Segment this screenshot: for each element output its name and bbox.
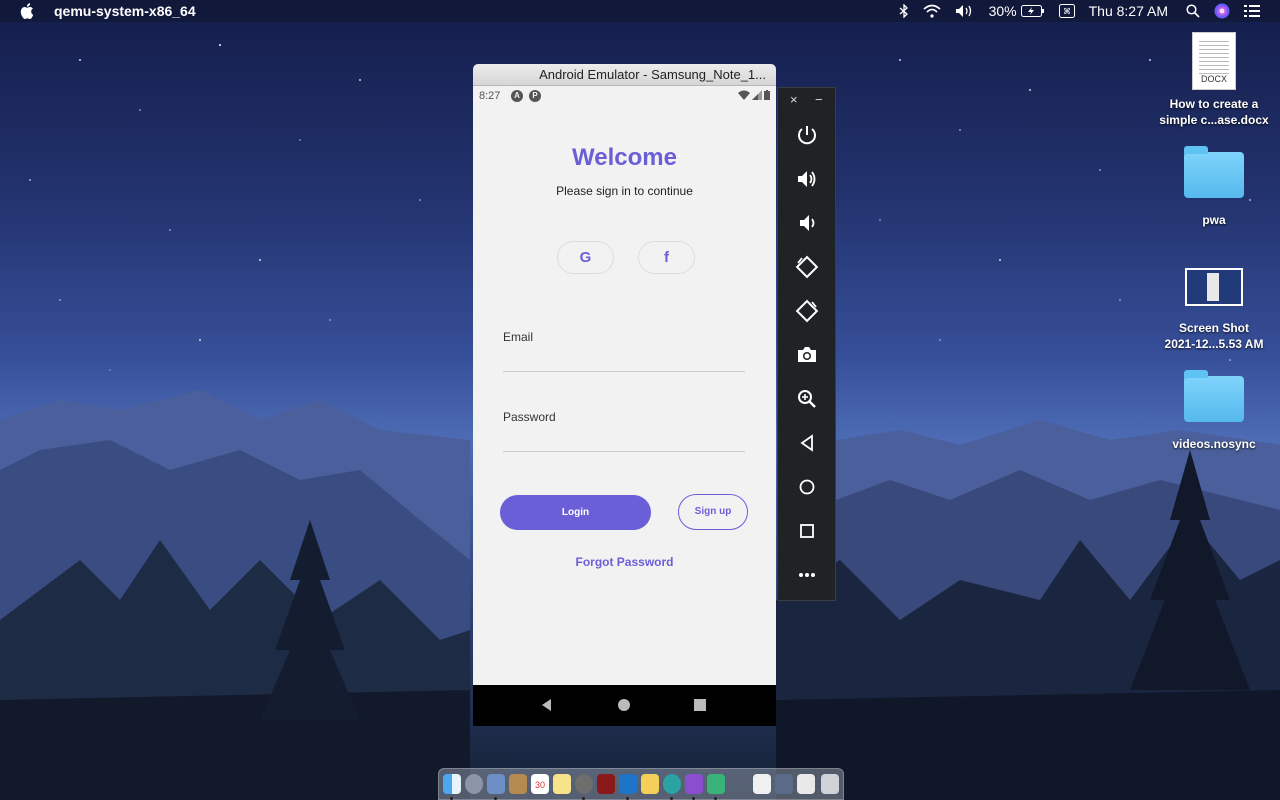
welcome-heading: Welcome: [572, 144, 677, 171]
desktop-item-docx[interactable]: DOCX How to create a simple c...ase.docx: [1154, 32, 1274, 128]
desktop-item-label: How to create a: [1169, 97, 1259, 111]
svg-text:⌘: ⌘: [1063, 7, 1071, 16]
camera-icon[interactable]: [795, 343, 819, 367]
menu-clock[interactable]: Thu 8:27 AM: [1089, 0, 1168, 22]
menu-bar: qemu-system-x86_64 30% ⌘ Thu 8:27 AM: [0, 0, 1280, 22]
desktop-item-videos[interactable]: videos.nosync: [1154, 370, 1274, 452]
nav-overview-icon[interactable]: [692, 697, 708, 713]
desktop-item-screenshot[interactable]: Screen Shot 2021-12...5.53 AM: [1154, 266, 1274, 352]
calendar-day: 30: [534, 780, 545, 790]
finder-icon[interactable]: [443, 774, 461, 794]
more-icon[interactable]: [795, 563, 819, 587]
android-nav-bar: [473, 685, 776, 726]
desktop-item-label: 2021-12...5.53 AM: [1164, 337, 1264, 351]
search-icon[interactable]: [1186, 0, 1200, 22]
edge-icon[interactable]: [663, 774, 681, 794]
password-field[interactable]: [503, 428, 745, 450]
toolbar-minimize-button[interactable]: −: [815, 93, 825, 106]
home-icon[interactable]: [795, 475, 819, 499]
desktop-item-label: simple c...ase.docx: [1159, 113, 1269, 127]
notification-a-icon: A: [511, 90, 523, 102]
battery-icon[interactable]: [1020, 0, 1045, 22]
desktop-item-pwa[interactable]: pwa: [1154, 146, 1274, 228]
folder-icon: [1184, 370, 1244, 422]
downloads-icon[interactable]: [775, 774, 793, 794]
stack-icon[interactable]: [797, 774, 815, 794]
notification-p-icon: P: [529, 90, 541, 102]
finder-folder-icon[interactable]: [641, 774, 659, 794]
acrobat-icon[interactable]: [597, 774, 615, 794]
document-icon: DOCX: [1192, 32, 1236, 90]
desktop-item-label: videos.nosync: [1172, 437, 1256, 451]
rotate-left-icon[interactable]: [795, 255, 819, 279]
active-app-name[interactable]: qemu-system-x86_64: [54, 3, 196, 19]
wifi-icon[interactable]: [923, 0, 941, 22]
login-button[interactable]: Login: [500, 495, 651, 530]
control-center-icon[interactable]: [1244, 0, 1260, 22]
android-studio-icon[interactable]: [707, 774, 725, 794]
power-icon[interactable]: [795, 123, 819, 147]
disk-utility-icon[interactable]: [575, 774, 593, 794]
trash-icon[interactable]: [821, 774, 839, 794]
android-status-bar: 8:27 A P: [473, 86, 776, 106]
emulator-window: Android Emulator - Samsung_Note_1... 8:2…: [473, 64, 776, 726]
emulator-title-bar[interactable]: Android Emulator - Samsung_Note_1...: [473, 64, 776, 86]
siri-icon[interactable]: [1214, 0, 1230, 22]
calendar-icon[interactable]: 30: [531, 774, 549, 794]
zoom-icon[interactable]: [795, 387, 819, 411]
forgot-password-link[interactable]: Forgot Password: [473, 555, 776, 569]
google-signin-button[interactable]: G: [557, 241, 614, 274]
apple-icon[interactable]: [20, 2, 36, 20]
email-field[interactable]: [503, 348, 745, 370]
password-underline: [503, 451, 745, 452]
back-icon[interactable]: [795, 431, 819, 455]
github-icon[interactable]: [685, 774, 703, 794]
emulator-toolbar: × −: [777, 87, 836, 601]
folder-icon: [1184, 146, 1244, 198]
desktop-item-label: Screen Shot: [1178, 321, 1250, 335]
signin-subtitle: Please sign in to continue: [556, 184, 693, 198]
bluetooth-icon[interactable]: [899, 0, 909, 22]
vscode-icon[interactable]: [619, 774, 637, 794]
document-icon[interactable]: [753, 774, 771, 794]
dock: 30: [438, 768, 844, 800]
toolbar-close-button[interactable]: ×: [790, 93, 802, 106]
wifi-status-icon: [738, 90, 750, 100]
preview-icon[interactable]: [487, 774, 505, 794]
stickies-icon[interactable]: [553, 774, 571, 794]
desktop-item-label: pwa: [1202, 213, 1226, 227]
nav-home-icon[interactable]: [616, 697, 632, 713]
battery-status-icon: [764, 90, 770, 100]
volume-icon[interactable]: [955, 0, 975, 22]
volume-up-icon[interactable]: [795, 167, 819, 191]
signup-button[interactable]: Sign up: [678, 494, 748, 530]
volume-down-icon[interactable]: [795, 211, 819, 235]
notes-icon[interactable]: [509, 774, 527, 794]
facebook-signin-button[interactable]: f: [638, 241, 695, 274]
phone-screen: 8:27 A P Welcome Please sign in to conti…: [473, 86, 776, 726]
nav-back-icon[interactable]: [539, 697, 555, 713]
input-source-icon[interactable]: ⌘: [1058, 0, 1075, 22]
email-underline: [503, 371, 745, 372]
launchpad-icon[interactable]: [465, 774, 483, 794]
rotate-right-icon[interactable]: [795, 299, 819, 323]
facebook-icon: f: [664, 249, 669, 266]
overview-icon[interactable]: [795, 519, 819, 543]
signal-icon: [752, 90, 762, 100]
password-label: Password: [503, 410, 556, 424]
battery-percentage[interactable]: 30%: [989, 0, 1017, 22]
status-time: 8:27: [479, 90, 501, 102]
screenshot-thumbnail-icon: [1185, 268, 1243, 306]
google-icon: G: [579, 249, 592, 266]
email-label: Email: [503, 330, 534, 344]
